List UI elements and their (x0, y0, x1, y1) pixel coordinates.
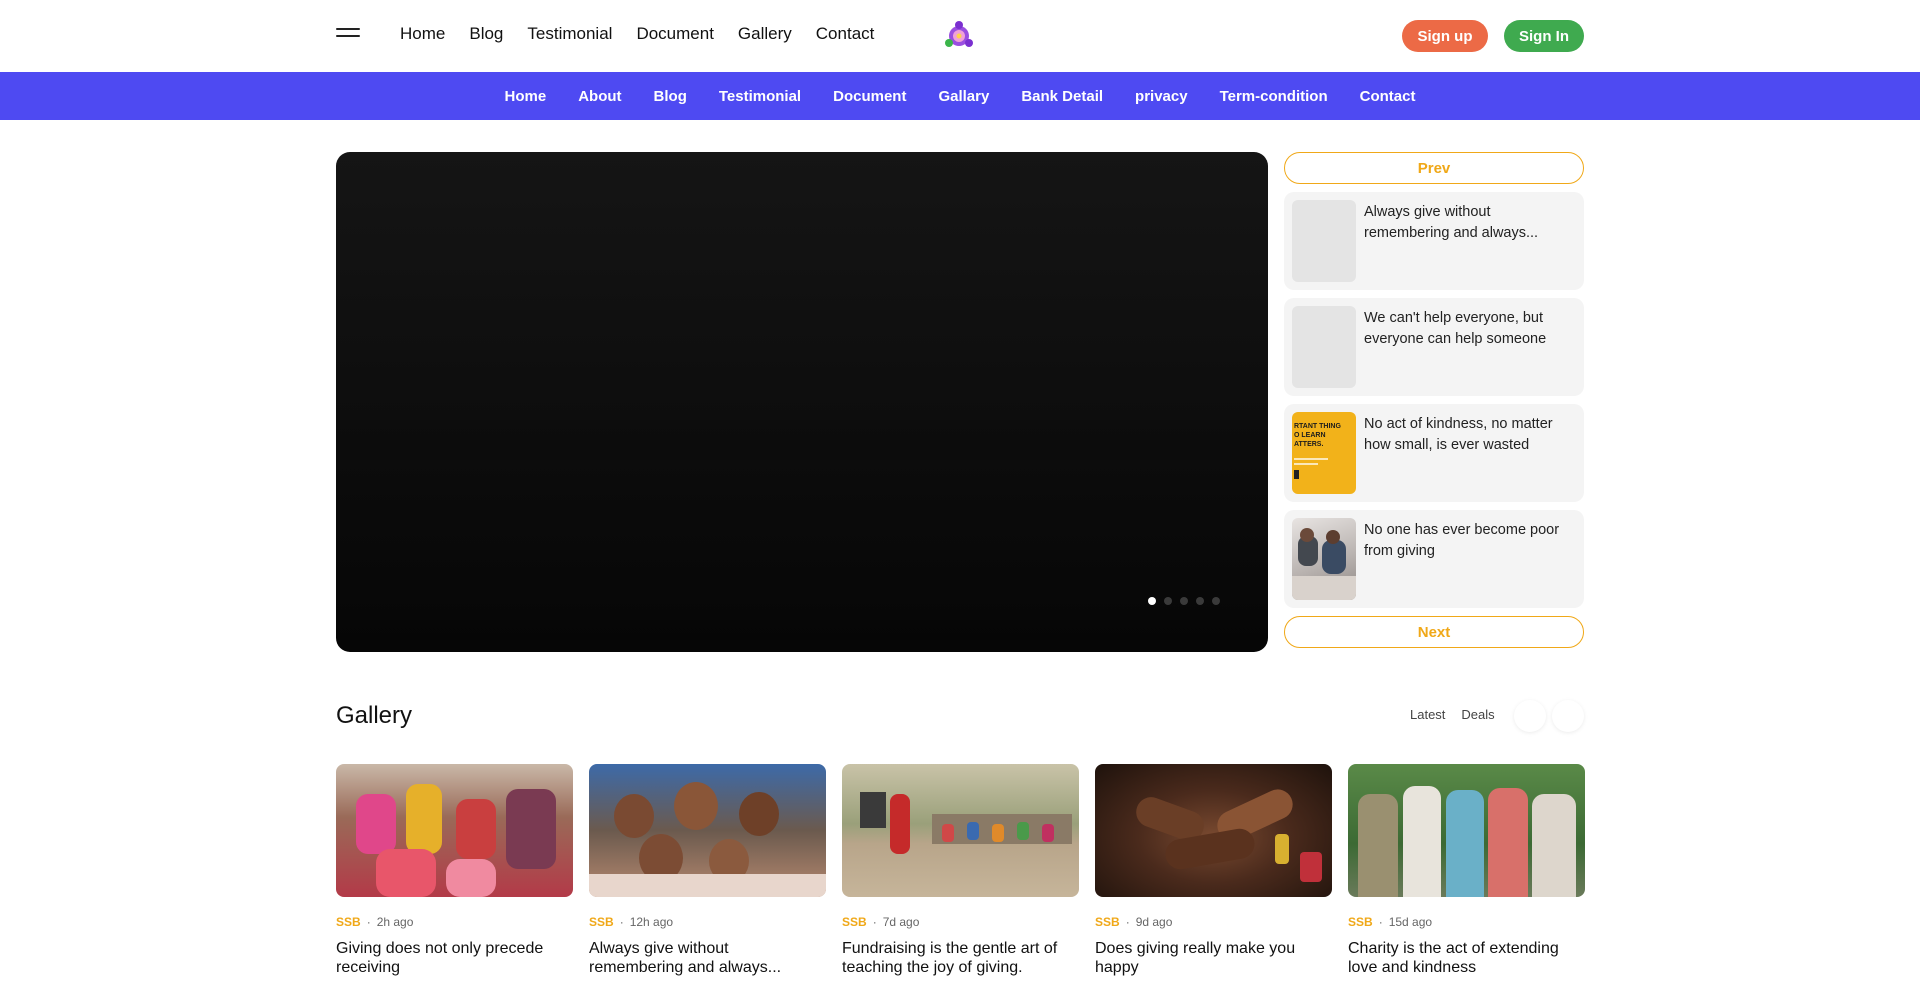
gallery-card-source: SSB (842, 915, 867, 929)
filter-deals[interactable]: Deals (1461, 707, 1494, 722)
gallery-card-source: SSB (589, 915, 614, 929)
gallery-card-time: 9d ago (1135, 915, 1173, 929)
top-nav-contact[interactable]: Contact (816, 24, 875, 44)
meta-separator: · (619, 915, 624, 929)
gallery-card-image (589, 764, 826, 897)
side-item[interactable]: We can't help everyone, but everyone can… (1284, 298, 1584, 396)
slider-dot-4[interactable] (1196, 597, 1204, 605)
top-header: Home Blog Testimonial Document Gallery C… (0, 0, 1920, 72)
slider-dots (1148, 597, 1220, 605)
gallery-card-image (1348, 764, 1585, 897)
next-button[interactable]: Next (1284, 616, 1584, 648)
gallery-card-time: 7d ago (882, 915, 920, 929)
gallery-card-title: Giving does not only precede receiving (336, 940, 544, 976)
subnav-blog[interactable]: Blog (654, 88, 687, 105)
subnav-home[interactable]: Home (505, 88, 547, 105)
top-nav-blog[interactable]: Blog (469, 24, 503, 44)
gallery-card-time: 12h ago (629, 915, 674, 929)
gallery-card-title: Fundraising is the gentle art of teachin… (842, 940, 1058, 976)
side-item-text: No act of kindness, no matter how small,… (1364, 416, 1553, 453)
side-item[interactable]: RTANT THING O LEARN ATTERS. No act of ki… (1284, 404, 1584, 502)
filter-latest[interactable]: Latest (1410, 707, 1445, 722)
gallery-card[interactable]: SSB · 2h ago Giving does not only preced… (336, 764, 573, 977)
gallery-card-image (1095, 764, 1332, 897)
slider-dot-1[interactable] (1148, 597, 1156, 605)
gallery-card-meta: SSB · 15d ago (1348, 915, 1585, 929)
gallery-card-source: SSB (336, 915, 361, 929)
slider-dot-3[interactable] (1180, 597, 1188, 605)
subnav-term-condition[interactable]: Term-condition (1220, 88, 1328, 105)
side-item-text: We can't help everyone, but everyone can… (1364, 310, 1547, 347)
gallery-cards: SSB · 2h ago Giving does not only preced… (336, 764, 1585, 977)
secondary-nav: Home About Blog Testimonial Document Gal… (0, 72, 1920, 120)
gallery-card-source: SSB (1348, 915, 1373, 929)
hamburger-menu-icon[interactable] (336, 28, 360, 44)
subnav-testimonial[interactable]: Testimonial (719, 88, 801, 105)
subnav-document[interactable]: Document (833, 88, 906, 105)
gallery-card-title: Always give without remembering and alwa… (589, 940, 782, 976)
slider-dot-5[interactable] (1212, 597, 1220, 605)
gallery-next-button[interactable] (1552, 700, 1584, 732)
meta-separator: · (366, 915, 371, 929)
side-thumbnail (1292, 200, 1356, 282)
subnav-about[interactable]: About (578, 88, 621, 105)
signup-button[interactable]: Sign up (1402, 20, 1488, 52)
subnav-contact[interactable]: Contact (1360, 88, 1416, 105)
signin-button[interactable]: Sign In (1504, 20, 1584, 52)
side-item-text: Always give without remembering and alwa… (1364, 204, 1539, 241)
subnav-privacy[interactable]: privacy (1135, 88, 1188, 105)
prev-button[interactable]: Prev (1284, 152, 1584, 184)
gallery-card-time: 2h ago (376, 915, 414, 929)
side-thumbnail (1292, 518, 1356, 600)
top-nav-gallery[interactable]: Gallery (738, 24, 792, 44)
gallery-card-meta: SSB · 12h ago (589, 915, 826, 929)
meta-separator: · (1125, 915, 1130, 929)
gallery-prev-button[interactable] (1514, 700, 1546, 732)
hero-slider[interactable] (336, 152, 1268, 652)
gallery-card-time: 15d ago (1388, 915, 1433, 929)
gallery-card-meta: SSB · 9d ago (1095, 915, 1332, 929)
gallery-card-meta: SSB · 7d ago (842, 915, 1079, 929)
gallery-card-image (336, 764, 573, 897)
gallery-card[interactable]: SSB · 7d ago Fundraising is the gentle a… (842, 764, 1079, 977)
gallery-card-source: SSB (1095, 915, 1120, 929)
slider-dot-2[interactable] (1164, 597, 1172, 605)
gallery-card[interactable]: SSB · 12h ago Always give without rememb… (589, 764, 826, 977)
top-nav: Home Blog Testimonial Document Gallery C… (400, 24, 874, 44)
gallery-card[interactable]: SSB · 9d ago Does giving really make you… (1095, 764, 1332, 977)
gallery-card[interactable]: SSB · 15d ago Charity is the act of exte… (1348, 764, 1585, 977)
site-logo-icon[interactable] (942, 19, 976, 53)
side-thumbnail: RTANT THING O LEARN ATTERS. (1292, 412, 1356, 494)
side-slider: Prev Always give without remembering and… (1284, 152, 1584, 648)
gallery-filters: Latest Deals (1410, 707, 1495, 722)
gallery-card-title: Charity is the act of extending love and… (1348, 940, 1559, 976)
meta-separator: · (872, 915, 877, 929)
gallery-card-title: Does giving really make you happy (1095, 940, 1296, 976)
side-item[interactable]: Always give without remembering and alwa… (1284, 192, 1584, 290)
subnav-gallary[interactable]: Gallary (938, 88, 989, 105)
side-thumbnail (1292, 306, 1356, 388)
side-item[interactable]: No one has ever become poor from giving (1284, 510, 1584, 608)
subnav-bank-detail[interactable]: Bank Detail (1021, 88, 1103, 105)
top-nav-testimonial[interactable]: Testimonial (527, 24, 612, 44)
top-nav-document[interactable]: Document (636, 24, 713, 44)
side-item-text: No one has ever become poor from giving (1364, 522, 1560, 559)
gallery-card-meta: SSB · 2h ago (336, 915, 573, 929)
gallery-title: Gallery (336, 702, 413, 729)
top-nav-home[interactable]: Home (400, 24, 445, 44)
side-thumbnail-text: RTANT THING O LEARN ATTERS. (1294, 423, 1341, 448)
meta-separator: · (1378, 915, 1383, 929)
gallery-card-image (842, 764, 1079, 897)
